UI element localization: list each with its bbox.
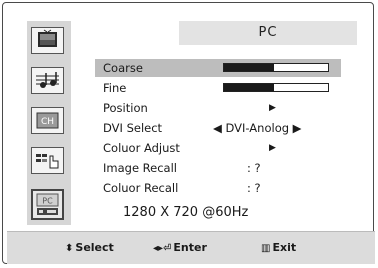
- resolution-info: 1280 X 720 @60Hz: [123, 205, 249, 220]
- pc-menu: Coarse Fine Position ▶ DVI Select ◀ DVI-Anolo…: [95, 55, 341, 219]
- menu-item-dvi-select[interactable]: DVI Select ◀ DVI-Anolog ▶: [95, 119, 341, 137]
- menu-item-coluor-adjust[interactable]: Coluor Adjust ▶: [95, 139, 341, 157]
- menu-item-coluor-recall[interactable]: Coluor Recall : ?: [95, 179, 341, 197]
- menu-item-coarse[interactable]: Coarse: [95, 59, 341, 77]
- setup-icon[interactable]: [31, 147, 64, 174]
- enter-label: Enter: [173, 241, 207, 254]
- sidebar: CH PC: [27, 21, 71, 225]
- level-bar[interactable]: [223, 63, 329, 72]
- menu-item-image-recall[interactable]: Image Recall : ?: [95, 159, 341, 177]
- enter-icon: ◂▸⏎: [153, 243, 172, 254]
- menu-title: PC: [179, 21, 357, 45]
- level-bar-fill: [224, 84, 274, 91]
- level-bar-fill: [224, 64, 274, 71]
- menu-item-label: Fine: [103, 81, 127, 95]
- sound-icon[interactable]: [31, 67, 64, 94]
- menu-item-label: DVI Select: [103, 121, 163, 135]
- bottom-nav: ⬍ Select ◂▸⏎ Enter ▥ Exit: [7, 231, 375, 264]
- select-label: Select: [75, 241, 114, 254]
- submenu-arrow-icon: ▶: [269, 143, 276, 153]
- pc-icon-text: PC: [42, 197, 53, 206]
- menu-item-label: Coluor Adjust: [103, 141, 180, 155]
- enter-hint[interactable]: ◂▸⏎ Enter: [153, 241, 207, 254]
- menu-item-label: Position: [103, 101, 148, 115]
- recall-value: : ?: [247, 181, 261, 195]
- recall-value: : ?: [247, 161, 261, 175]
- pc-icon[interactable]: PC: [31, 189, 64, 220]
- level-bar[interactable]: [223, 83, 329, 92]
- menu-item-position[interactable]: Position ▶: [95, 99, 341, 117]
- channel-icon[interactable]: CH: [31, 107, 64, 134]
- option-value[interactable]: ◀ DVI-Anolog ▶: [213, 119, 302, 137]
- exit-hint[interactable]: ▥ Exit: [261, 241, 296, 254]
- menu-item-fine[interactable]: Fine: [95, 79, 341, 97]
- select-hint[interactable]: ⬍ Select: [65, 241, 114, 254]
- exit-label: Exit: [272, 241, 297, 254]
- submenu-arrow-icon: ▶: [269, 103, 276, 113]
- menu-item-label: Coarse: [103, 61, 143, 75]
- up-down-icon: ⬍: [65, 243, 74, 254]
- menu-item-label: Image Recall: [103, 161, 177, 175]
- channel-icon-text: CH: [41, 117, 54, 127]
- menu-icon: ▥: [261, 243, 271, 254]
- osd-window: CH PC PC Coarse Fine Position ▶ DVI Select ◀ …: [2, 2, 375, 264]
- menu-item-label: Coluor Recall: [103, 181, 179, 195]
- picture-icon[interactable]: [31, 27, 64, 54]
